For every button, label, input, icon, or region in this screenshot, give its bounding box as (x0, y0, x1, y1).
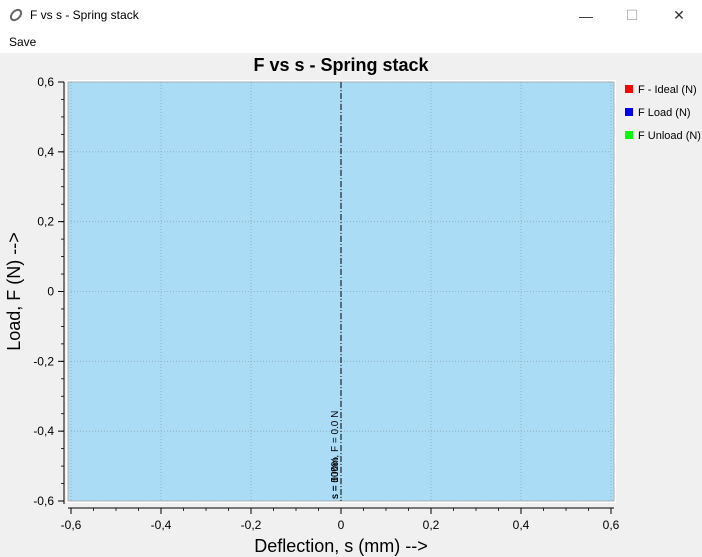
chart-title: F vs s - Spring stack (253, 55, 429, 75)
y-tick-label: 0,6 (37, 75, 54, 89)
y-tick-label: 0 (47, 285, 54, 299)
y-tick-label: -0,6 (33, 494, 54, 508)
window-title: F vs s - Spring stack (30, 8, 139, 22)
x-axis-label: Deflection, s (mm) --> (254, 536, 428, 556)
x-tick-label: -0,6 (61, 518, 82, 532)
y-tick-label: -0,4 (33, 424, 54, 438)
x-tick-label: -0,4 (151, 518, 172, 532)
legend-label: F Unload (N) (638, 130, 701, 142)
chart-area: F vs s - Spring stack -0,6 -0,4 -0,2 0 0,2 0,4… (0, 53, 702, 557)
x-tick-label: 0,6 (603, 518, 620, 532)
x-tick-label: 0 (338, 518, 345, 532)
close-button[interactable]: ✕ (656, 0, 702, 31)
legend-swatch (625, 85, 633, 93)
minimize-button[interactable]: — (563, 0, 609, 31)
chart[interactable]: F vs s - Spring stack -0,6 -0,4 -0,2 0 0,2 0,4… (0, 53, 702, 557)
maximize-button[interactable]: ☐ (609, 0, 655, 31)
app-icon (9, 8, 23, 22)
marker-annotation: s = 100% (330, 457, 341, 499)
x-tick-label: 0,4 (513, 518, 530, 532)
y-axis-label: Load, F (N) --> (4, 232, 24, 351)
legend-label: F - Ideal (N) (638, 84, 697, 96)
y-tick-label: 0,2 (37, 215, 54, 229)
legend-swatch (625, 131, 633, 139)
menu-bar: Save (0, 31, 702, 53)
x-tick-label: -0,2 (241, 518, 262, 532)
y-tick-label: 0,4 (37, 145, 54, 159)
legend-label: F Load (N) (638, 107, 691, 119)
x-tick-label: 0,2 (423, 518, 440, 532)
menu-save[interactable]: Save (9, 35, 36, 49)
legend-swatch (625, 108, 633, 116)
y-tick-label: -0,2 (33, 354, 54, 368)
title-bar: F vs s - Spring stack — ☐ ✕ (0, 0, 702, 31)
